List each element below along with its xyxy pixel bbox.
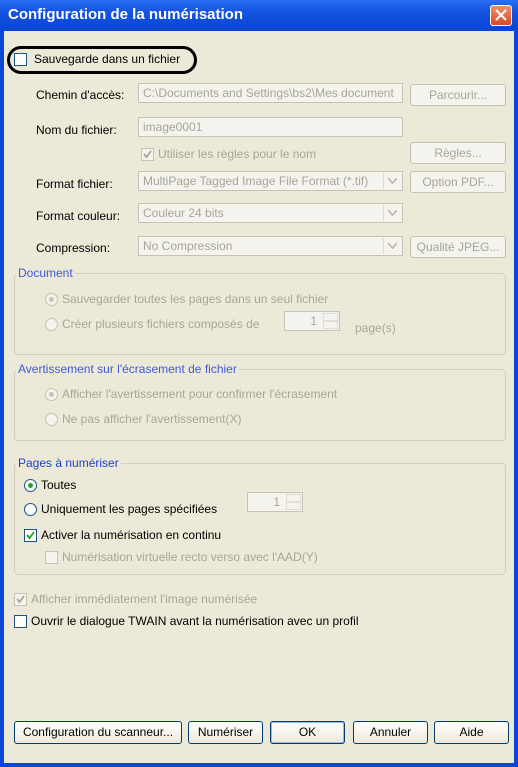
pages-per-file-spinner[interactable]: 1 <box>284 311 340 331</box>
file-format-label: Format fichier: <box>36 177 113 191</box>
window-title: Configuration de la numérisation <box>8 6 244 23</box>
twain-dialog-checkbox[interactable] <box>14 615 27 628</box>
continuous-scan-label[interactable]: Activer la numérisation en continu <box>41 528 221 542</box>
pages-group-title: Pages à numériser <box>16 456 121 470</box>
filename-label: Nom du fichier: <box>36 123 117 137</box>
color-format-value: Couleur 24 bits <box>143 206 224 220</box>
hide-warning-radio[interactable] <box>45 413 58 426</box>
close-icon <box>495 9 507 21</box>
scan-button[interactable]: Numériser <box>188 721 263 744</box>
title-bar[interactable]: Configuration de la numérisation <box>0 0 518 31</box>
specified-pages-radio[interactable] <box>24 503 37 516</box>
radio-dot <box>49 392 54 397</box>
use-rules-label: Utiliser les règles pour le nom <box>158 147 317 161</box>
create-multiple-files-label: Créer plusieurs fichiers composés de <box>62 317 260 331</box>
document-group-title: Document <box>16 266 75 280</box>
pages-per-file-value: 1 <box>310 314 317 328</box>
overwrite-group-title: Avertissement sur l'écrasement de fichie… <box>16 362 239 376</box>
jpeg-quality-button[interactable]: Qualité JPEG... <box>410 236 506 258</box>
checkmark-icon <box>16 595 25 604</box>
show-warning-label: Afficher l'avertissement pour confirmer … <box>62 387 338 401</box>
compression-label: Compression: <box>36 241 111 255</box>
specified-pages-spinner[interactable]: 1 <box>247 492 303 512</box>
virtual-duplex-checkbox[interactable] <box>45 551 58 564</box>
specified-pages-label[interactable]: Uniquement les pages spécifiées <box>41 502 217 516</box>
use-rules-checkbox[interactable] <box>141 148 154 161</box>
chevron-down-icon <box>388 210 397 216</box>
radio-dot <box>49 297 54 302</box>
compression-dropdown[interactable] <box>383 238 401 254</box>
cancel-button[interactable]: Annuler <box>353 721 428 744</box>
twain-dialog-label[interactable]: Ouvrir le dialogue TWAIN avant la numéri… <box>31 614 359 628</box>
pdf-options-button[interactable]: Option PDF... <box>410 171 506 193</box>
color-format-dropdown[interactable] <box>383 205 401 221</box>
specified-pages-value: 1 <box>273 495 280 509</box>
spin-down-button[interactable] <box>323 321 338 329</box>
overwrite-group <box>14 369 506 441</box>
chevron-down-icon <box>388 178 397 184</box>
spin-up-button[interactable] <box>286 494 301 502</box>
file-format-select[interactable]: MultiPage Tagged Image File Format (*.ti… <box>138 171 403 191</box>
spin-down-button[interactable] <box>286 502 301 510</box>
rules-button[interactable]: Règles... <box>410 142 506 164</box>
path-field[interactable]: C:\Documents and Settings\bs2\Mes docume… <box>138 83 403 103</box>
file-format-dropdown[interactable] <box>383 173 401 189</box>
close-button[interactable] <box>490 5 512 26</box>
all-pages-radio[interactable] <box>24 479 37 492</box>
show-image-label: Afficher immédiatement l'image numérisée <box>31 592 258 606</box>
ok-button[interactable]: OK <box>270 721 345 744</box>
continuous-scan-checkbox[interactable] <box>24 529 37 542</box>
document-group <box>14 273 506 355</box>
chevron-down-icon <box>388 243 397 249</box>
path-label: Chemin d'accès: <box>36 88 125 102</box>
show-image-checkbox[interactable] <box>14 593 27 606</box>
callout-highlight <box>7 46 197 74</box>
filename-field[interactable]: image0001 <box>138 117 403 137</box>
spin-up-button[interactable] <box>323 313 338 321</box>
color-format-label: Format couleur: <box>36 209 121 223</box>
radio-dot <box>28 483 33 488</box>
hide-warning-label: Ne pas afficher l'avertissement(X) <box>62 412 242 426</box>
save-single-file-radio[interactable] <box>45 293 58 306</box>
file-format-value: MultiPage Tagged Image File Format (*.ti… <box>143 174 369 188</box>
create-multiple-files-radio[interactable] <box>45 318 58 331</box>
checkmark-icon <box>26 531 35 540</box>
virtual-duplex-label: Numérisation virtuelle recto verso avec … <box>62 550 318 564</box>
save-single-file-label: Sauvegarder toutes les pages dans un seu… <box>62 292 329 306</box>
browse-button[interactable]: Parcourir... <box>410 84 506 106</box>
all-pages-label[interactable]: Toutes <box>41 478 76 492</box>
dialog-body: Sauvegarde dans un fichier Chemin d'accè… <box>4 31 514 763</box>
compression-value: No Compression <box>143 239 233 253</box>
scanner-config-button[interactable]: Configuration du scanneur... <box>14 721 182 744</box>
checkmark-icon <box>143 150 152 159</box>
show-warning-radio[interactable] <box>45 388 58 401</box>
color-format-select[interactable]: Couleur 24 bits <box>138 203 403 223</box>
compression-select[interactable]: No Compression <box>138 236 403 256</box>
dialog-window: Configuration de la numérisation Sauvega… <box>0 0 518 767</box>
help-button[interactable]: Aide <box>434 721 509 744</box>
pages-unit-label: page(s) <box>355 321 396 335</box>
